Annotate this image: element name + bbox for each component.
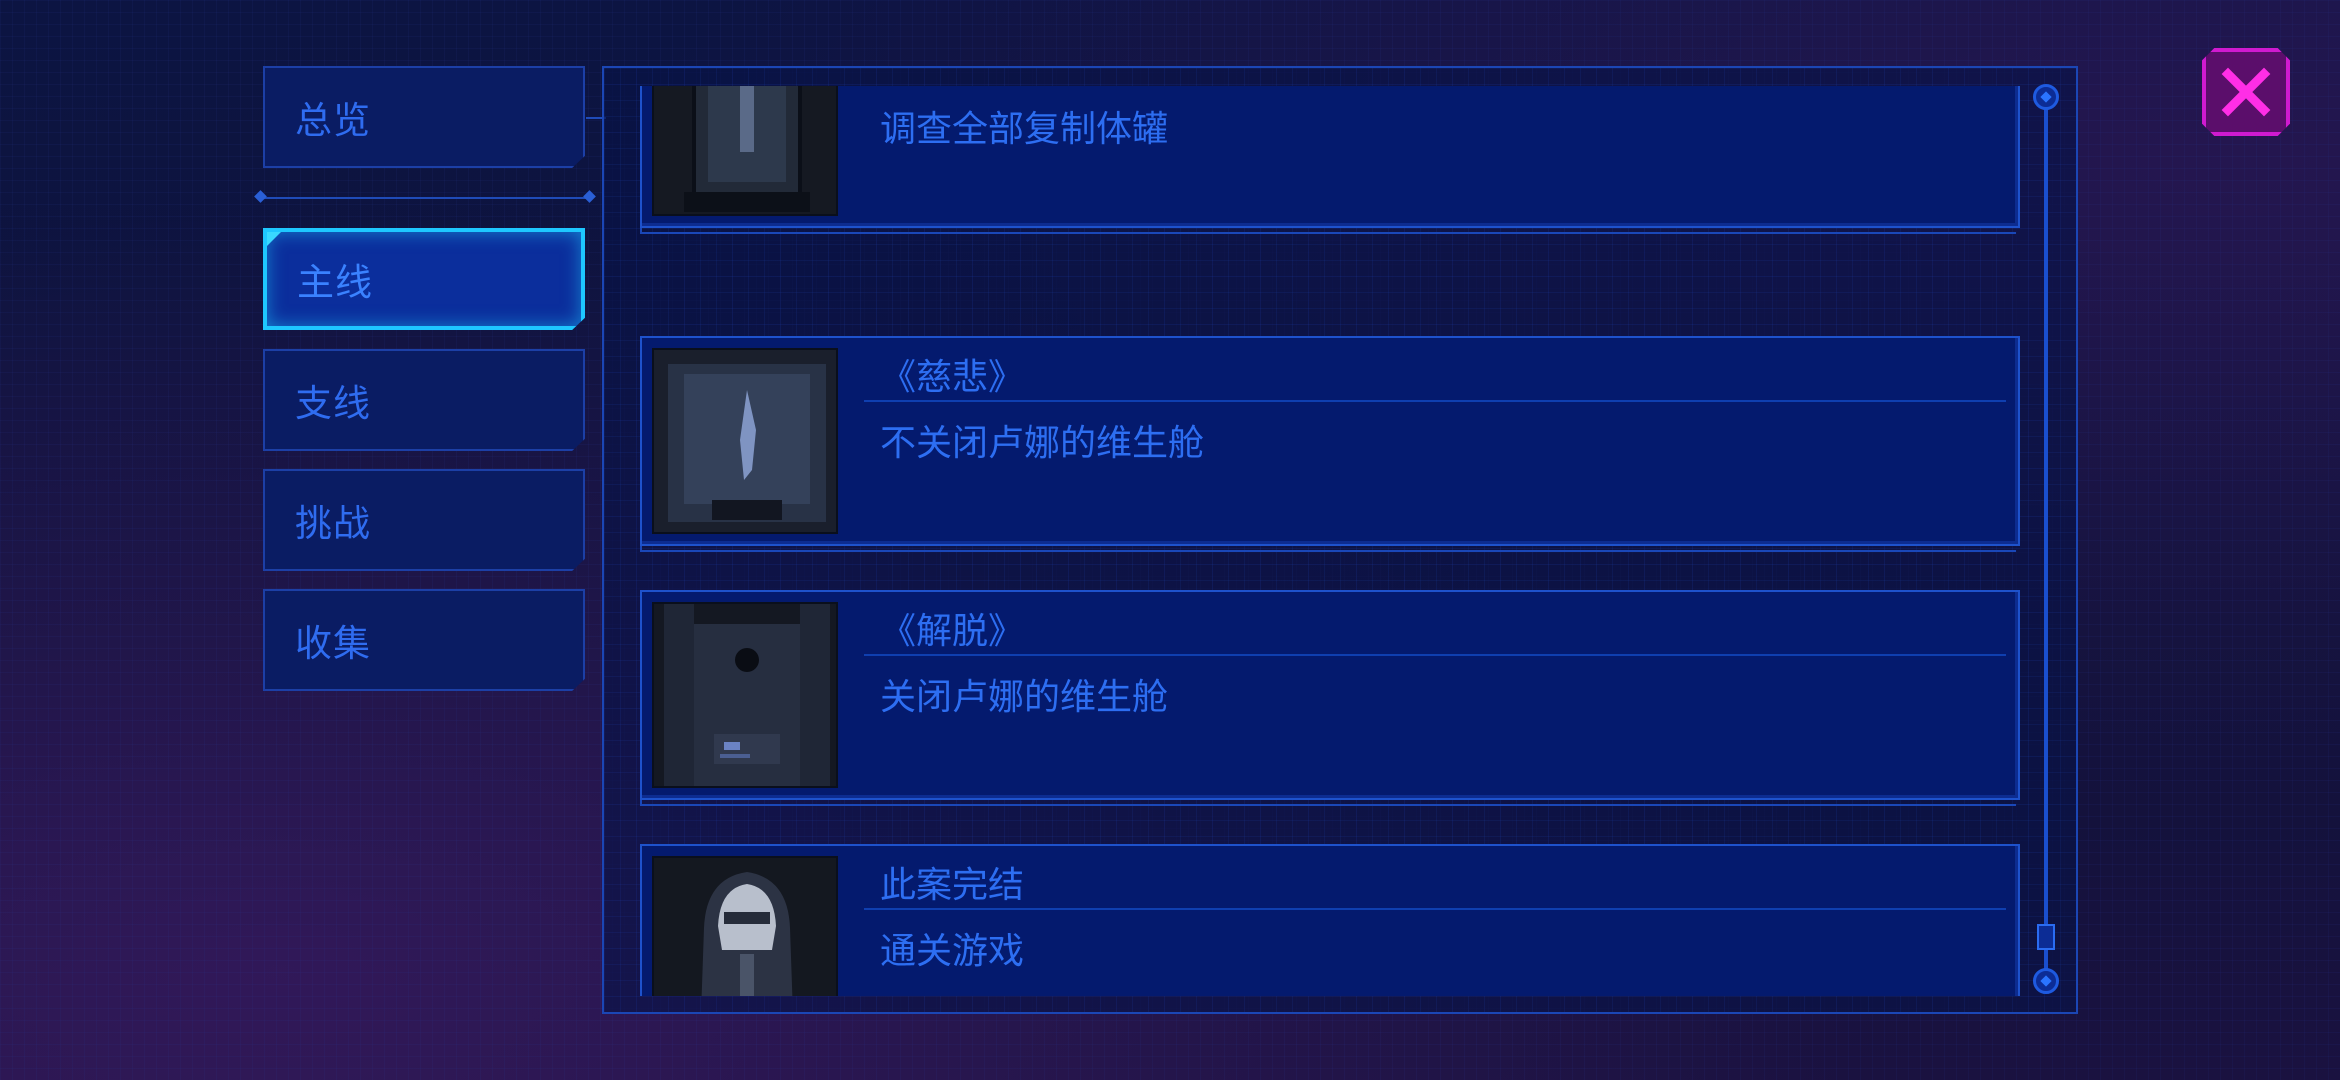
achievement-title: 《慈悲》 bbox=[880, 357, 1025, 398]
close-button[interactable] bbox=[2202, 48, 2290, 136]
title-divider bbox=[864, 654, 2006, 656]
sidebar-item-collection[interactable]: 收集 bbox=[263, 589, 585, 691]
title-divider bbox=[864, 908, 2006, 910]
achievement-desc: 通关游戏 bbox=[880, 931, 1025, 972]
machine-room-thumb bbox=[652, 602, 838, 788]
sidebar-item-label: 主线 bbox=[297, 261, 373, 304]
sidebar-item-overview[interactable]: 总览 bbox=[263, 66, 585, 168]
hooded-figure-thumb bbox=[652, 856, 838, 996]
sidebar-item-label: 收集 bbox=[295, 622, 371, 665]
achievement-desc: 关闭卢娜的维生舱 bbox=[880, 677, 1169, 718]
sidebar-item-challenge[interactable]: 挑战 bbox=[263, 469, 585, 571]
sidebar-item-main-story[interactable]: 主线 bbox=[263, 228, 585, 330]
achievement-card: 《慈悲》 不关闭卢娜的维生舱 bbox=[640, 336, 2020, 552]
achievement-card: 《解脱》 关闭卢娜的维生舱 bbox=[640, 590, 2020, 806]
achievement-desc: 不关闭卢娜的维生舱 bbox=[880, 423, 1205, 464]
scrollbar-track[interactable] bbox=[2044, 96, 2048, 986]
sidebar-item-label: 挑战 bbox=[295, 502, 371, 545]
achievement-card: 此案完结 通关游戏 bbox=[640, 844, 2020, 996]
achievement-desc: 调查全部复制体罐 bbox=[880, 109, 1169, 150]
scroll-up-cap bbox=[2033, 84, 2059, 110]
scrollbar-thumb[interactable] bbox=[2037, 924, 2055, 950]
sidebar-item-label: 支线 bbox=[295, 382, 371, 425]
achievement-panel: 调查全部复制体罐 《慈悲》 不关闭卢娜的维生舱 《解脱》 关闭卢娜的维生舱 此案… bbox=[602, 66, 2078, 1014]
close-icon bbox=[2221, 67, 2271, 117]
title-divider bbox=[864, 400, 2006, 402]
achievement-title: 《解脱》 bbox=[880, 611, 1025, 652]
sidebar-item-side-story[interactable]: 支线 bbox=[263, 349, 585, 451]
achievement-card: 调查全部复制体罐 bbox=[640, 86, 2020, 234]
sidebar-item-label: 总览 bbox=[295, 99, 371, 142]
scroll-down-cap bbox=[2033, 968, 2059, 994]
achievement-title: 此案完结 bbox=[880, 865, 1025, 906]
replica-tank-thumb bbox=[652, 86, 838, 216]
life-support-pod-thumb bbox=[652, 348, 838, 534]
sidebar-divider bbox=[260, 197, 590, 199]
achievement-list[interactable]: 调查全部复制体罐 《慈悲》 不关闭卢娜的维生舱 《解脱》 关闭卢娜的维生舱 此案… bbox=[604, 86, 2024, 996]
